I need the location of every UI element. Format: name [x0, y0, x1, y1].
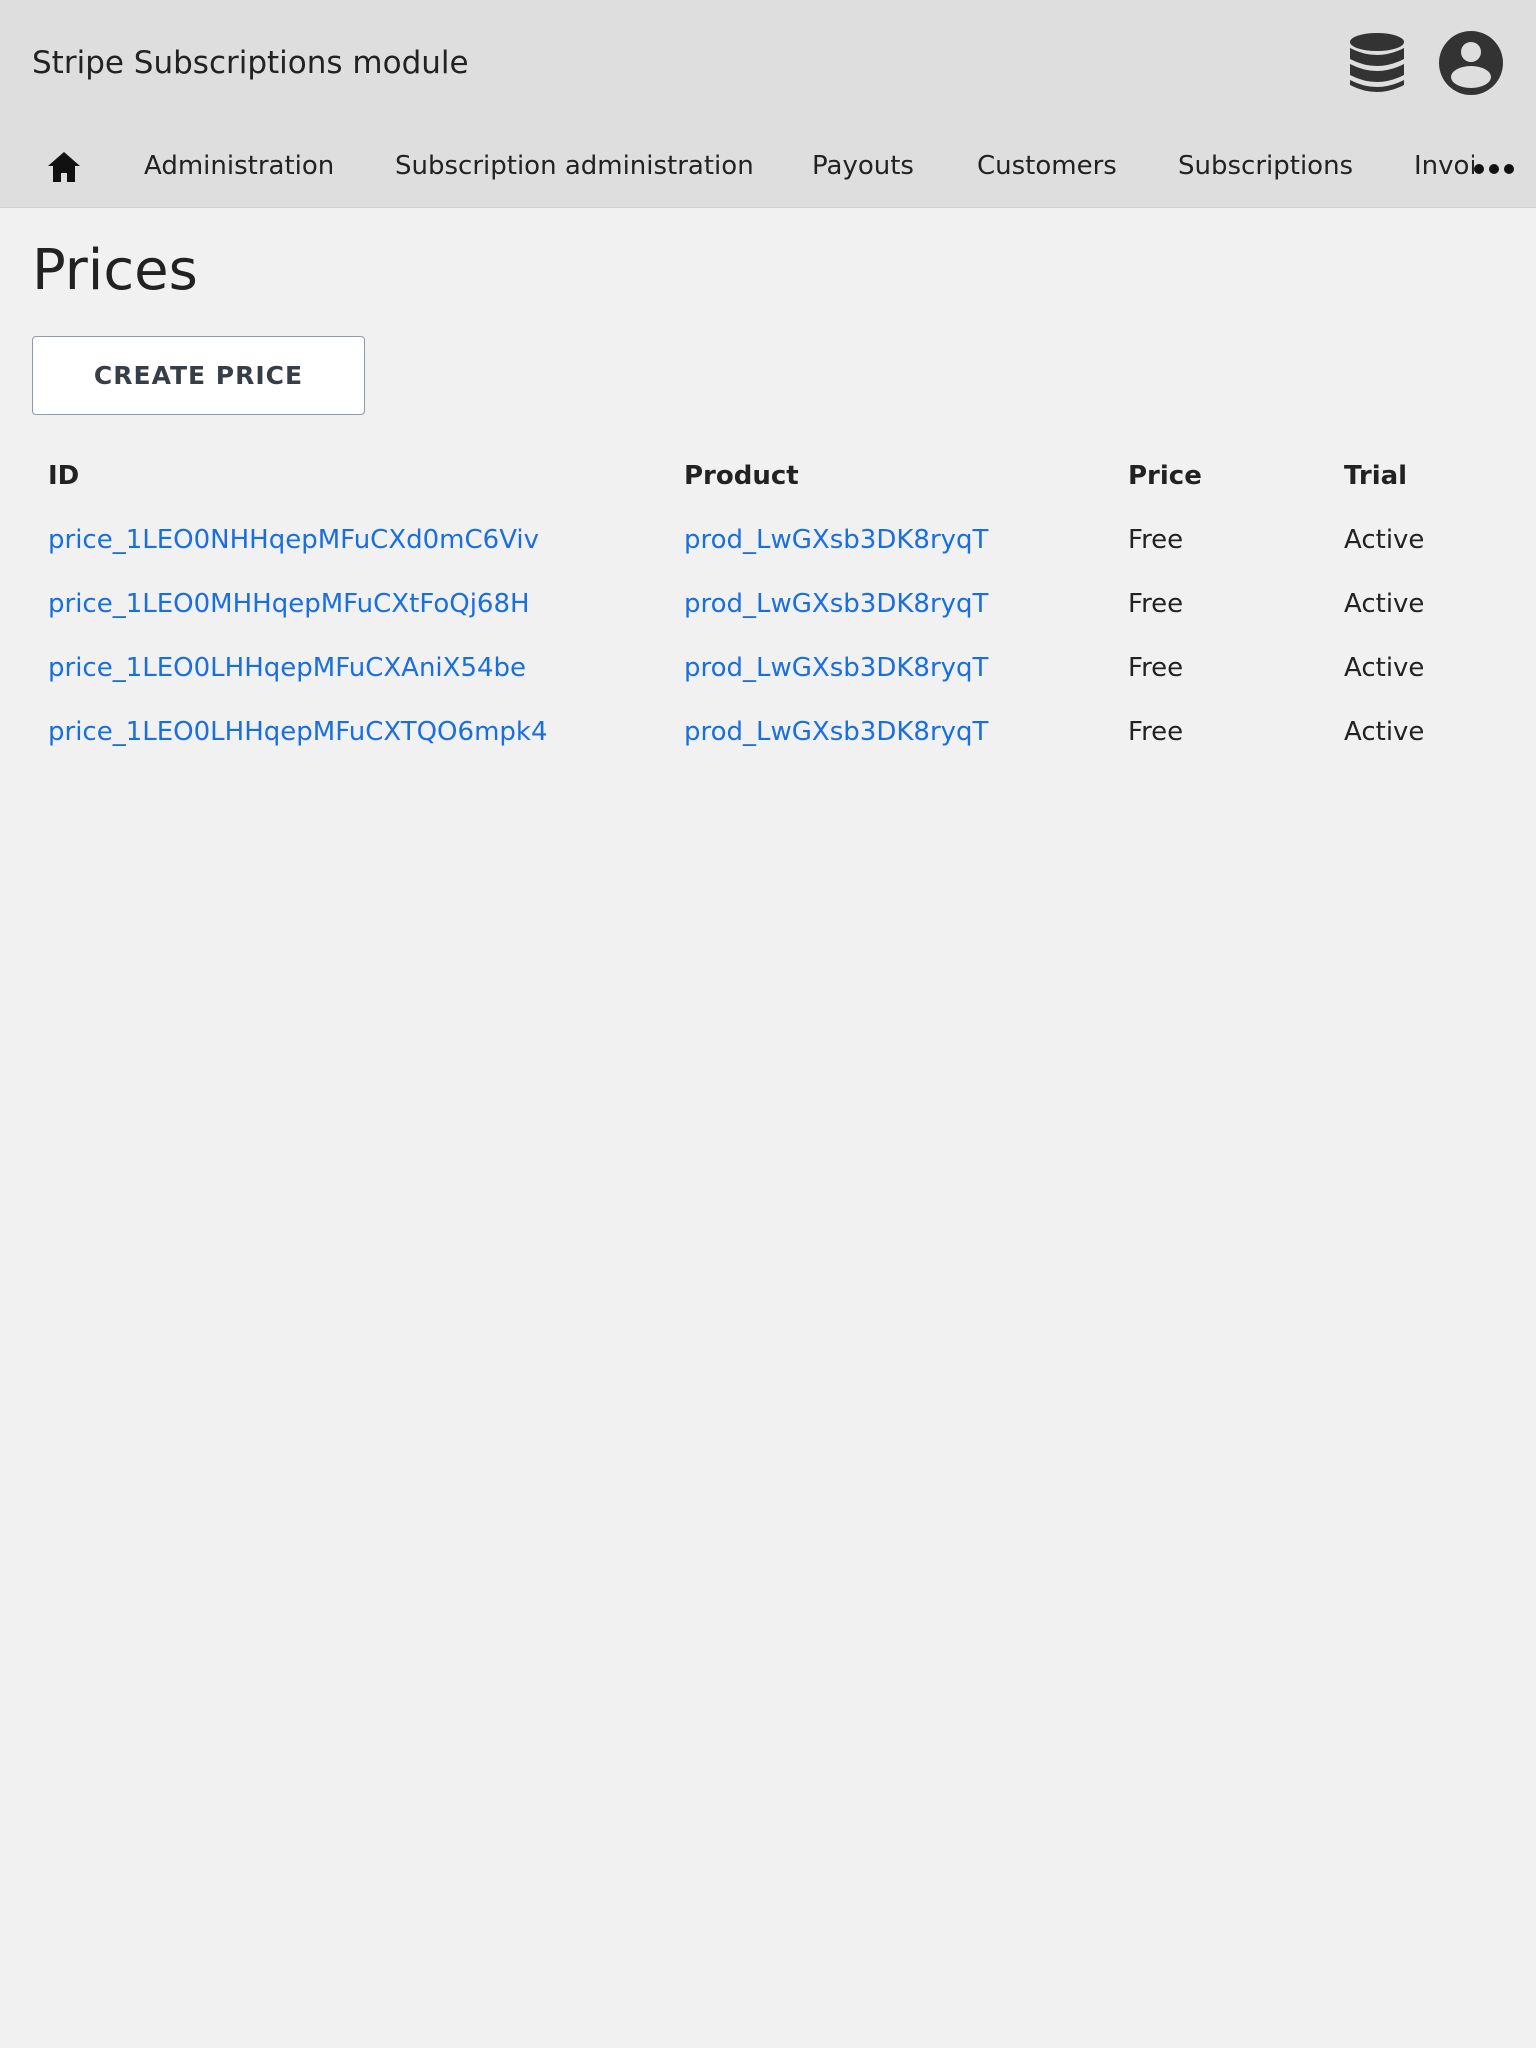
column-header-trial: Trial [1344, 461, 1408, 491]
nav-item-payouts[interactable]: Payouts [812, 148, 914, 184]
table-row: price_1LEO0LHHqepMFuCXAniX54be prod_LwGX… [32, 636, 1512, 700]
app-header: Stripe Subscriptions module [0, 0, 1536, 127]
table-header-row: ID Product Price Trial [32, 444, 1512, 508]
trial-status: Active [1344, 525, 1425, 555]
product-link[interactable]: prod_LwGXsb3DK8ryqT [684, 525, 988, 555]
nav-item-subscription-administration[interactable]: Subscription administration [395, 148, 754, 184]
trial-status: Active [1344, 653, 1425, 683]
price-value: Free [1128, 525, 1184, 555]
product-link[interactable]: prod_LwGXsb3DK8ryqT [684, 589, 988, 619]
price-id-link[interactable]: price_1LEO0LHHqepMFuCXAniX54be [48, 653, 526, 683]
product-link[interactable]: prod_LwGXsb3DK8ryqT [684, 717, 988, 747]
app-title: Stripe Subscriptions module [32, 45, 469, 81]
price-value: Free [1128, 717, 1184, 747]
table-row: price_1LEO0LHHqepMFuCXTQO6mpk4 prod_LwGX… [32, 700, 1512, 764]
column-header-price: Price [1128, 461, 1202, 491]
price-value: Free [1128, 653, 1184, 683]
prices-table: ID Product Price Trial price_1LEO0NHHqep… [32, 444, 1512, 764]
column-header-product: Product [684, 461, 799, 491]
user-account-icon[interactable] [1438, 30, 1504, 96]
price-value: Free [1128, 589, 1184, 619]
create-price-button[interactable]: CREATE PRICE [32, 336, 365, 415]
home-icon[interactable] [44, 147, 84, 187]
main-navigation: Administration Subscription administrati… [0, 127, 1536, 208]
page-title: Prices [32, 238, 198, 303]
database-icon[interactable] [1344, 30, 1410, 96]
nav-item-subscriptions[interactable]: Subscriptions [1178, 148, 1353, 184]
column-header-id: ID [48, 461, 80, 491]
trial-status: Active [1344, 717, 1425, 747]
price-id-link[interactable]: price_1LEO0LHHqepMFuCXTQO6mpk4 [48, 717, 548, 747]
table-row: price_1LEO0NHHqepMFuCXd0mC6Viv prod_LwGX… [32, 508, 1512, 572]
price-id-link[interactable]: price_1LEO0NHHqepMFuCXd0mC6Viv [48, 525, 539, 555]
product-link[interactable]: prod_LwGXsb3DK8ryqT [684, 653, 988, 683]
more-horizontal-icon[interactable] [1470, 149, 1518, 189]
nav-item-invoices[interactable]: Invoices [1414, 148, 1474, 188]
price-id-link[interactable]: price_1LEO0MHHqepMFuCXtFoQj68H [48, 589, 530, 619]
nav-item-administration[interactable]: Administration [144, 148, 334, 184]
trial-status: Active [1344, 589, 1425, 619]
nav-item-customers[interactable]: Customers [977, 148, 1117, 184]
table-row: price_1LEO0MHHqepMFuCXtFoQj68H prod_LwGX… [32, 572, 1512, 636]
